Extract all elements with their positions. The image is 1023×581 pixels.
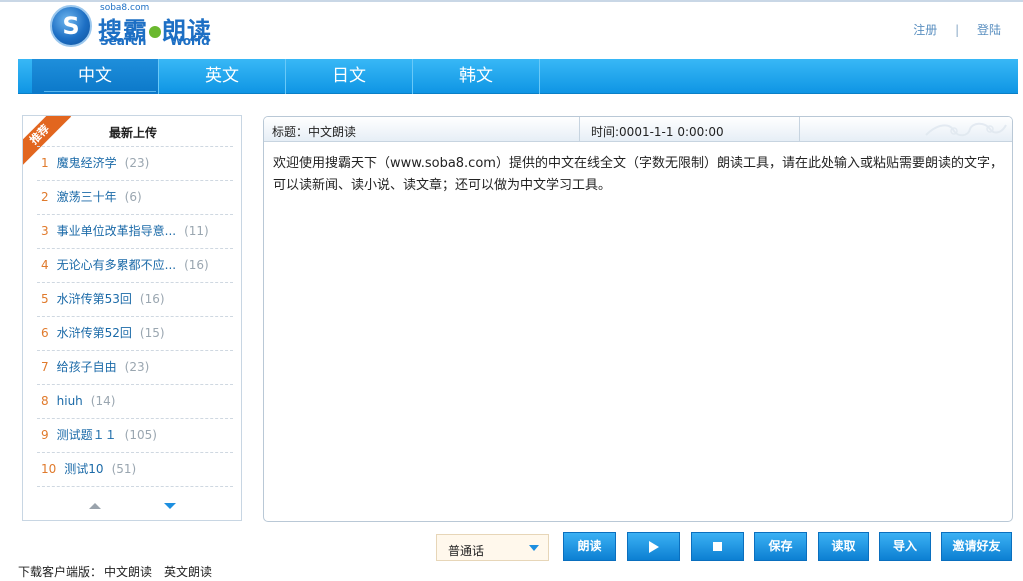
item-count: (6) xyxy=(124,190,142,204)
download-label: 下载客户端版： xyxy=(18,565,103,579)
item-title[interactable]: 水浒传第52回 xyxy=(57,326,132,340)
list-item[interactable]: 9 测试题１１ (105) xyxy=(37,419,233,453)
language-nav: 中文 英文 日文 韩文 xyxy=(18,59,1018,94)
save-button[interactable]: 保存 xyxy=(754,532,807,561)
text-editor-panel: 标题：中文朗读 时间:0001-1-1 0:00:00 欢迎使用搜霸天下（www… xyxy=(263,116,1013,522)
item-number: 3 xyxy=(41,224,49,238)
item-title[interactable]: 给孩子自由 xyxy=(57,360,117,374)
item-title[interactable]: 无论心有多累都不应... xyxy=(57,258,176,272)
stop-icon xyxy=(713,542,722,551)
item-count: (23) xyxy=(124,360,150,374)
header-divider xyxy=(799,117,800,142)
logo-dot-icon xyxy=(149,26,161,38)
download-en-link[interactable]: 英文朗读 xyxy=(164,565,212,579)
voice-select[interactable]: 普通话 xyxy=(436,534,549,561)
item-count: (51) xyxy=(111,462,137,476)
item-count: (16) xyxy=(184,258,209,272)
load-button[interactable]: 读取 xyxy=(818,532,869,561)
item-number: 1 xyxy=(41,156,49,170)
scroll-up-arrow-icon[interactable] xyxy=(89,503,101,509)
item-title[interactable]: 测试题１１ xyxy=(57,428,117,442)
invite-friends-button[interactable]: 邀请好友 xyxy=(941,532,1012,561)
reading-text-area[interactable]: 欢迎使用搜霸天下（www.soba8.com）提供的中文在线全文（字数无限制）朗… xyxy=(273,153,1005,197)
item-title[interactable]: 测试10 xyxy=(64,462,103,476)
auth-separator: | xyxy=(955,23,960,37)
sidebar-title: 最新上传 xyxy=(108,126,157,140)
voice-select-value: 普通话 xyxy=(448,544,485,558)
client-download: 下载客户端版： 中文朗读 英文朗读 xyxy=(18,563,212,580)
editor-time: 时间:0001-1-1 0:00:00 xyxy=(591,123,724,140)
item-number: 8 xyxy=(41,394,49,408)
import-button[interactable]: 导入 xyxy=(879,532,931,561)
site-logo[interactable]: S soba8.com 搜霸 朗读 Search World xyxy=(48,3,228,49)
header-divider xyxy=(579,117,580,142)
item-title[interactable]: 魔鬼经济学 xyxy=(57,156,117,170)
item-number: 4 xyxy=(41,258,49,272)
time-value: 0001-1-1 0:00:00 xyxy=(619,125,724,139)
item-title[interactable]: hiuh xyxy=(57,394,83,408)
editor-title: 标题：中文朗读 xyxy=(272,123,356,140)
read-button[interactable]: 朗读 xyxy=(563,532,616,561)
login-link[interactable]: 登陆 xyxy=(977,23,1001,37)
item-number: 5 xyxy=(41,292,49,306)
latest-uploads-panel: 推荐 最新上传 1 魔鬼经济学 (23) 2 激荡三十年 (6) 3 事业单位改革指导意.… xyxy=(22,115,242,521)
logo-mark: S xyxy=(50,5,92,47)
tab-japanese[interactable]: 日文 xyxy=(286,59,413,94)
list-item[interactable]: 5 水浒传第53回 (16) xyxy=(37,283,233,317)
list-item[interactable]: 4 无论心有多累都不应... (16) xyxy=(37,249,233,283)
item-title[interactable]: 事业单位改革指导意... xyxy=(57,224,176,238)
item-number: 2 xyxy=(41,190,49,204)
item-count: (11) xyxy=(184,224,209,238)
auth-links: 注册 | 登陆 xyxy=(913,21,1001,38)
logo-name-en-2: World xyxy=(170,34,210,48)
chevron-down-icon xyxy=(529,545,539,551)
decorative-swirl-icon xyxy=(925,122,1007,137)
stop-button[interactable] xyxy=(691,532,744,561)
list-item[interactable]: 8 hiuh (14) xyxy=(37,385,233,419)
play-button[interactable] xyxy=(627,532,680,561)
tab-korean[interactable]: 韩文 xyxy=(413,59,540,94)
tab-english[interactable]: 英文 xyxy=(159,59,286,94)
list-item[interactable]: 3 事业单位改革指导意... (11) xyxy=(37,215,233,249)
logo-name-en-1: Search xyxy=(100,34,147,48)
time-label: 时间: xyxy=(591,125,620,139)
play-icon xyxy=(648,540,659,553)
list-item[interactable]: 7 给孩子自由 (23) xyxy=(37,351,233,385)
item-number: 6 xyxy=(41,326,49,340)
item-number: 7 xyxy=(41,360,49,374)
item-title[interactable]: 水浒传第53回 xyxy=(57,292,132,306)
upload-list: 1 魔鬼经济学 (23) 2 激荡三十年 (6) 3 事业单位改革指导意... (11) 4… xyxy=(37,147,233,487)
top-border xyxy=(0,0,1023,2)
list-item[interactable]: 2 激荡三十年 (6) xyxy=(37,181,233,215)
list-item[interactable]: 6 水浒传第52回 (15) xyxy=(37,317,233,351)
download-cn-link[interactable]: 中文朗读 xyxy=(104,565,152,579)
item-count: (16) xyxy=(139,292,165,306)
title-value[interactable]: 中文朗读 xyxy=(308,125,356,139)
item-number: 10 xyxy=(41,462,57,476)
item-count: (23) xyxy=(124,156,150,170)
item-title[interactable]: 激荡三十年 xyxy=(57,190,117,204)
item-count: (105) xyxy=(124,428,157,442)
item-number: 9 xyxy=(41,428,49,442)
item-count: (14) xyxy=(90,394,116,408)
title-label: 标题： xyxy=(272,125,309,139)
list-item[interactable]: 10 测试10 (51) xyxy=(37,453,233,487)
tab-chinese[interactable]: 中文 xyxy=(32,59,159,94)
editor-header: 标题：中文朗读 时间:0001-1-1 0:00:00 xyxy=(264,117,1012,142)
register-link[interactable]: 注册 xyxy=(913,23,937,37)
scroll-down-arrow-icon[interactable] xyxy=(164,503,176,509)
item-count: (15) xyxy=(139,326,165,340)
list-item[interactable]: 1 魔鬼经济学 (23) xyxy=(37,147,233,181)
